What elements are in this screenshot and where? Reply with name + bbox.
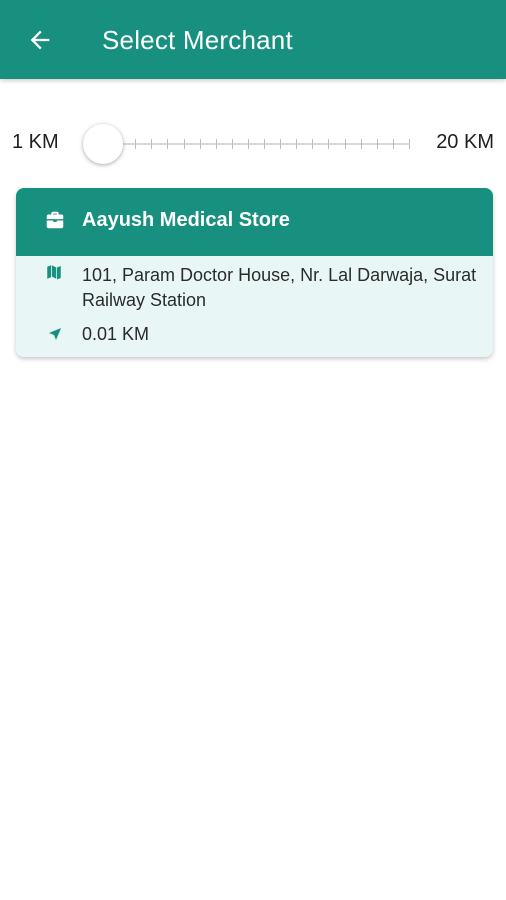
slider-tick	[312, 139, 314, 149]
app-bar: Select Merchant	[0, 0, 506, 79]
merchant-distance: 0.01 KM	[82, 324, 150, 344]
distance-slider-ticks	[103, 139, 410, 149]
slider-tick	[231, 139, 233, 149]
slider-tick	[392, 139, 394, 149]
slider-tick	[280, 139, 282, 149]
distance-slider-thumb[interactable]	[83, 124, 123, 164]
merchant-address: 101, Param Doctor House, Nr. Lal Darwaja…	[82, 265, 477, 310]
slider-tick	[344, 139, 346, 149]
distance-filter: 1 KM 20 KM	[0, 118, 506, 170]
slider-tick	[199, 139, 201, 149]
merchant-name: Aayush Medical Store	[82, 209, 290, 231]
slider-tick	[409, 139, 410, 149]
back-button[interactable]	[22, 22, 58, 58]
briefcase-icon	[46, 211, 64, 229]
navigation-arrow-icon	[49, 328, 61, 340]
map-icon	[47, 265, 61, 280]
page-title: Select Merchant	[102, 25, 293, 55]
slider-tick	[183, 139, 185, 149]
slider-tick	[247, 139, 249, 149]
slider-tick	[264, 139, 266, 149]
slider-tick	[135, 139, 137, 149]
merchant-card[interactable]: Aayush Medical Store 101, Param Doctor H…	[16, 188, 493, 357]
arrow-left-icon	[30, 30, 50, 50]
min-distance-label: 1 KM	[12, 131, 59, 153]
slider-tick	[296, 139, 298, 149]
slider-tick	[360, 139, 362, 149]
slider-tick	[376, 139, 378, 149]
slider-tick	[328, 139, 330, 149]
merchant-card-header: Aayush Medical Store	[16, 188, 493, 256]
slider-tick	[167, 139, 169, 149]
slider-tick	[215, 139, 217, 149]
max-distance-label: 20 KM	[436, 131, 494, 153]
slider-tick	[151, 139, 153, 149]
